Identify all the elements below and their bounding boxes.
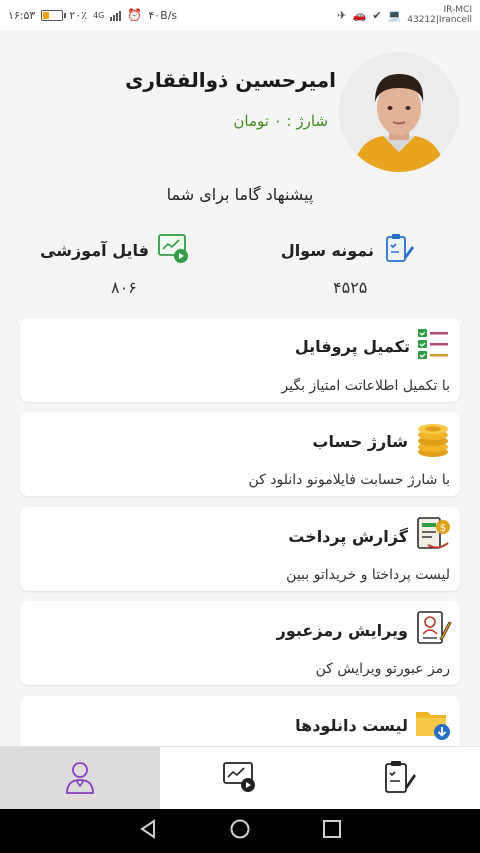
home-icon[interactable]	[229, 818, 251, 844]
card-edit-password[interactable]: ویرایش رمزعبور رمز عبورتو ویرایش کن	[20, 601, 460, 685]
video-lesson-icon	[222, 760, 258, 798]
card-account-charge[interactable]: شارژ حساب با شارژ حسابت فایلامونو دانلود…	[20, 412, 460, 496]
suggestion-heading: پیشنهاد گاما برای شما	[166, 185, 314, 204]
avatar-image	[339, 52, 459, 172]
card-header: ویرایش رمزعبور	[277, 609, 452, 651]
question-sheet-icon	[382, 232, 414, 268]
status-right: ✈ 🚗 ✔ 💻 IR-MCI 43212|Irancell	[337, 5, 472, 25]
coins-icon	[414, 420, 452, 462]
card-downloads-list[interactable]: لیست دانلودها	[20, 696, 460, 746]
card-header: لیست دانلودها	[295, 704, 452, 746]
status-bar: ۱۶:۵۳ ۲۰٪ 4G ⏰ ۴۰B/s ✈ 🚗 ✔ 💻 IR-MCI 4321…	[0, 0, 480, 30]
stat-sample-questions[interactable]: نمونه سوال	[281, 232, 414, 268]
check-icon: ✔	[372, 8, 382, 22]
stat-value-questions: ۴۵۲۵	[333, 278, 368, 297]
stat-value-files: ۸۰۶	[111, 278, 137, 297]
carrier-info: IR-MCI 43212|Irancell	[407, 5, 472, 25]
network-type: 4G	[93, 10, 105, 20]
card-header: تکمیل پروفایل	[295, 326, 452, 366]
carrier-name: IR-MCI	[443, 5, 473, 15]
svg-text:$: $	[440, 523, 446, 534]
avatar[interactable]	[339, 52, 459, 172]
battery-level: ۲۰٪	[69, 8, 88, 22]
clock: ۱۶:۵۳	[8, 8, 36, 22]
card-description: با شارژ حسابت فایلامونو دانلود کن	[248, 472, 451, 488]
card-complete-profile[interactable]: تکمیل پروفایل با تکمیل اطلاعاتت امتیاز ب…	[20, 318, 460, 402]
lessons-tab[interactable]	[160, 747, 320, 810]
user-icon	[64, 759, 96, 799]
car-icon: 🚗	[352, 8, 367, 22]
alarm-icon: ⏰	[127, 8, 143, 22]
stat-label: نمونه سوال	[280, 240, 374, 260]
telegram-icon: ✈	[337, 8, 347, 22]
card-description: با تکمیل اطلاعاتت امتیاز بگیر	[281, 378, 450, 394]
video-lesson-icon	[157, 232, 189, 268]
bottom-tab-bar	[0, 746, 480, 810]
recent-apps-icon[interactable]	[321, 818, 343, 844]
stat-label: فایل آموزشی	[40, 240, 149, 260]
stat-lesson-files[interactable]: فایل آموزشی	[40, 232, 189, 268]
card-description: لیست پرداختا و خریداتو ببین	[286, 567, 450, 583]
card-title: تکمیل پروفایل	[294, 336, 410, 356]
laptop-icon: 💻	[387, 8, 402, 22]
net-speed: ۴۰B/s	[148, 8, 178, 22]
card-title: ویرایش رمزعبور	[276, 620, 408, 640]
carrier-detail: 43212|Irancell	[407, 15, 472, 25]
user-name: امیرحسین ذوالفقاری	[125, 68, 336, 92]
download-folder-icon	[414, 704, 452, 746]
checklist-icon	[416, 326, 452, 366]
profile-header: امیرحسین ذوالفقاری شارژ : ۰ تومان	[0, 30, 480, 180]
signal-icon	[110, 10, 122, 21]
card-title: شارژ حساب	[312, 431, 408, 451]
card-header: شارژ حساب	[312, 420, 452, 462]
questions-tab[interactable]	[320, 747, 480, 810]
payment-report-icon: $	[414, 515, 452, 557]
card-title: گزارش پرداخت	[288, 526, 408, 546]
main-content: امیرحسین ذوالفقاری شارژ : ۰ تومان پیشنها…	[0, 30, 480, 746]
battery-icon	[41, 9, 67, 21]
card-payment-report[interactable]: $ گزارش پرداخت لیست پرداختا و خریداتو بب…	[20, 507, 460, 591]
status-left: ۱۶:۵۳ ۲۰٪ 4G ⏰ ۴۰B/s	[8, 8, 177, 22]
card-description: رمز عبورتو ویرایش کن	[315, 661, 450, 677]
system-navigation-bar	[0, 809, 480, 853]
back-icon[interactable]	[137, 818, 159, 844]
password-edit-icon	[414, 609, 452, 651]
card-title: لیست دانلودها	[295, 715, 408, 735]
profile-tab[interactable]	[0, 747, 160, 810]
card-header: $ گزارش پرداخت	[288, 515, 452, 557]
account-charge: شارژ : ۰ تومان	[233, 112, 328, 130]
exam-edit-icon	[383, 759, 417, 799]
